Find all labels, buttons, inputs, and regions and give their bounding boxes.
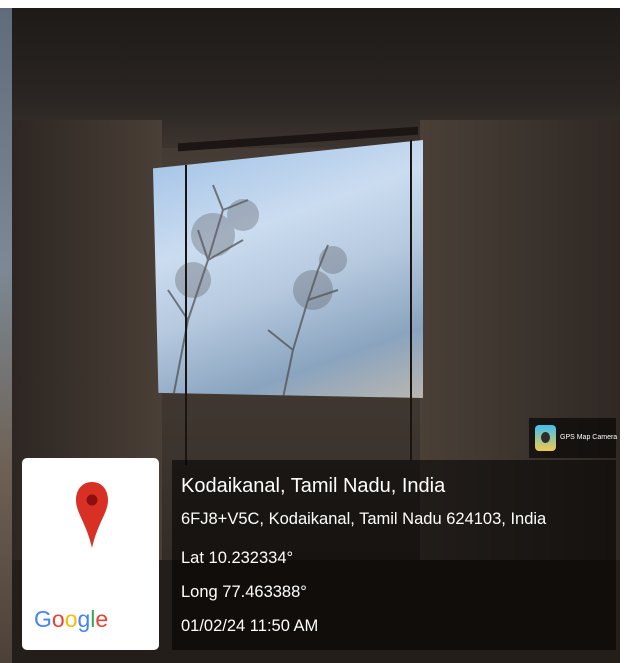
location-title: Kodaikanal, Tamil Nadu, India [181, 475, 446, 497]
screen-string-left [185, 165, 187, 465]
frame-right [620, 0, 630, 663]
timestamp: 01/02/24 11:50 AM [181, 617, 319, 635]
location-address: 6FJ8+V5C, Kodaikanal, Tamil Nadu 624103,… [181, 510, 547, 528]
location-info-panel: Kodaikanal, Tamil Nadu, India 6FJ8+V5C, … [172, 460, 616, 650]
frame-top [0, 0, 630, 8]
map-pin-icon [76, 482, 108, 548]
gps-map-camera-badge: GPS Map Camera [529, 418, 618, 458]
latitude: Lat 10.232334° [181, 549, 294, 567]
app-label: GPS Map Camera [560, 434, 618, 441]
left-edge-strip [0, 0, 12, 663]
google-logo: Google [34, 606, 109, 632]
projector-screen [153, 140, 423, 398]
tree-silhouette [167, 184, 347, 398]
screen-string-right [410, 140, 412, 460]
gps-map-camera-icon [535, 425, 556, 451]
longitude: Long 77.463388° [181, 583, 307, 601]
map-card[interactable]: Google [22, 458, 159, 650]
